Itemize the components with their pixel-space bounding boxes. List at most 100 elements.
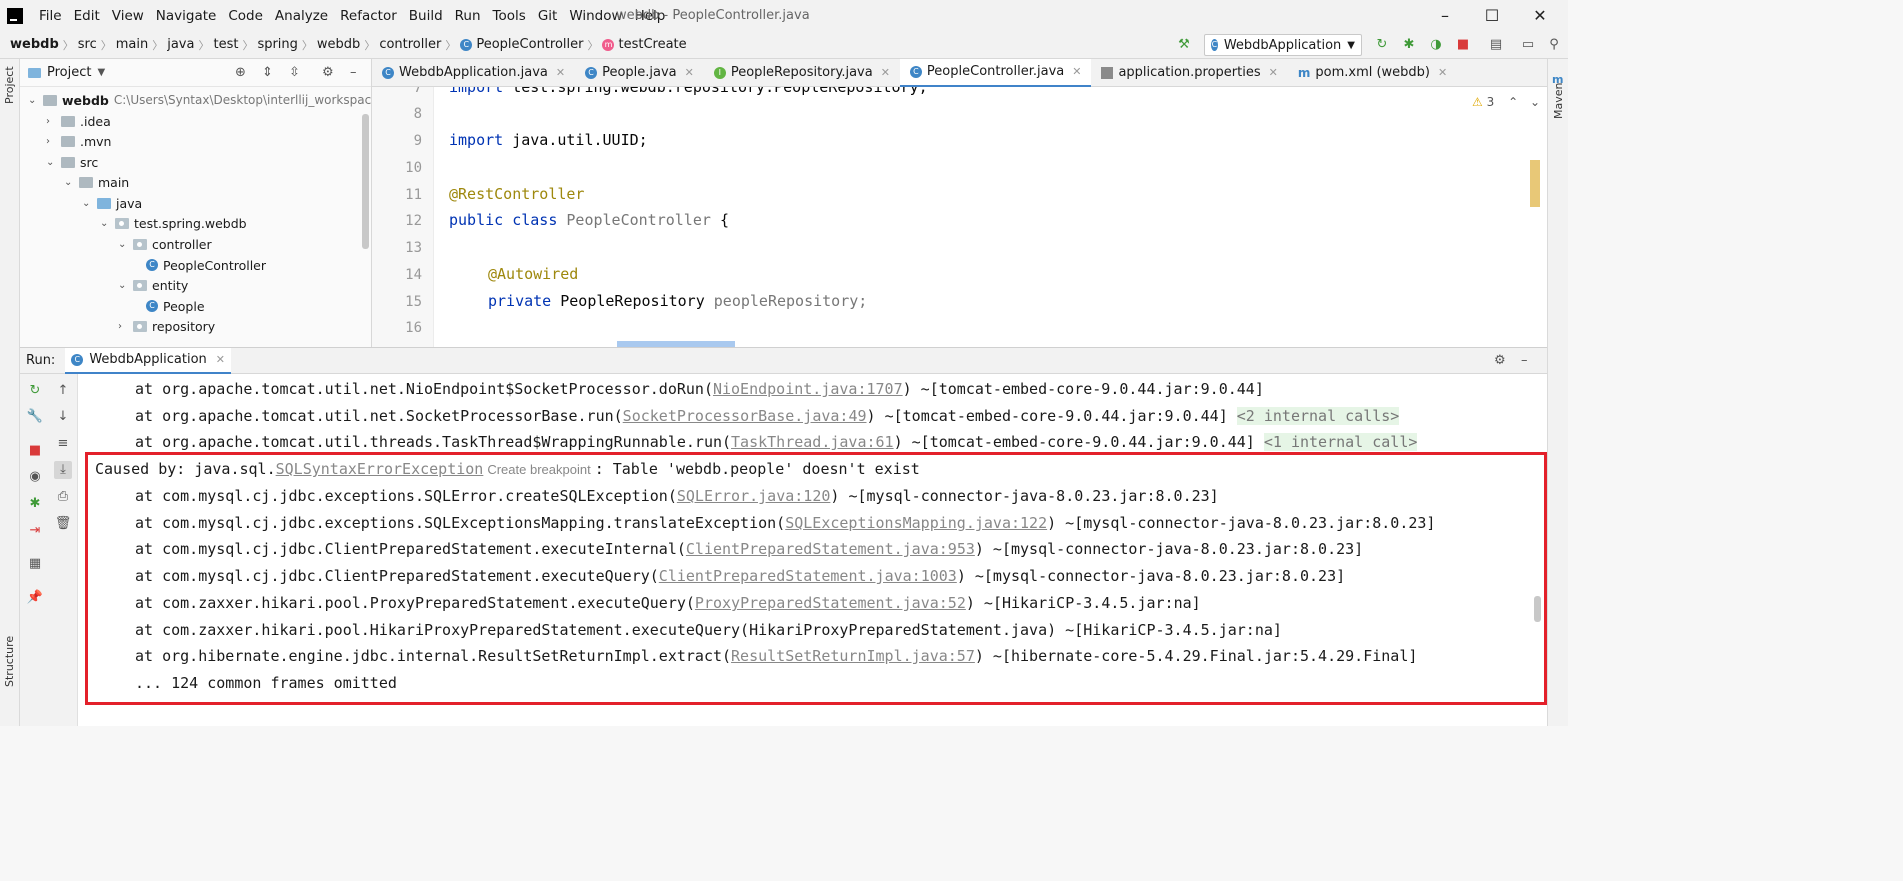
minimize-icon[interactable]: – bbox=[1433, 4, 1457, 28]
coverage-icon[interactable]: ◑ bbox=[1428, 37, 1444, 53]
close-tab-icon[interactable]: ✕ bbox=[556, 66, 565, 79]
project-scrollbar[interactable] bbox=[362, 114, 369, 249]
arrow-up-icon[interactable]: ↑ bbox=[54, 382, 72, 400]
source-link[interactable]: ResultSetReturnImpl.java:57 bbox=[731, 647, 975, 665]
source-link[interactable]: SocketProcessorBase.java:49 bbox=[623, 407, 867, 425]
hide-icon[interactable]: – bbox=[350, 65, 357, 80]
console-output[interactable]: at org.apache.tomcat.util.net.NioEndpoin… bbox=[78, 374, 1547, 726]
debug-bug-icon[interactable]: ✱ bbox=[26, 495, 44, 513]
menu-view[interactable]: View bbox=[106, 8, 150, 24]
close-tab-icon[interactable]: ✕ bbox=[881, 66, 890, 79]
maven-tool-window-label[interactable]: Maven bbox=[1552, 83, 1565, 119]
stop-icon[interactable]: ■ bbox=[1455, 37, 1471, 53]
close-icon[interactable]: ✕ bbox=[1528, 4, 1552, 28]
internal-calls-fold[interactable]: <1 internal call> bbox=[1263, 433, 1418, 451]
menu-tools[interactable]: Tools bbox=[487, 8, 532, 24]
breadcrumb-item[interactable]: test bbox=[209, 37, 242, 52]
project-structure-icon[interactable]: ▤ bbox=[1488, 37, 1504, 53]
tree-item[interactable]: › .mvn bbox=[46, 131, 111, 151]
breadcrumb-item[interactable]: main bbox=[112, 37, 152, 52]
code-editor[interactable]: 7 8 9 10 11 12 13 14 15 16 import test.s… bbox=[372, 87, 1547, 347]
camera-icon[interactable]: ◉ bbox=[26, 468, 44, 486]
source-link[interactable]: NioEndpoint.java:1707 bbox=[713, 380, 903, 398]
tree-item[interactable]: C People bbox=[146, 296, 205, 316]
breadcrumb-item[interactable]: spring bbox=[253, 37, 301, 52]
collapse-all-icon[interactable]: ⇳ bbox=[289, 65, 300, 80]
close-tab-icon[interactable]: ✕ bbox=[216, 353, 225, 366]
menu-code[interactable]: Code bbox=[222, 8, 269, 24]
tree-item[interactable]: C PeopleController bbox=[146, 255, 266, 275]
breadcrumb-item[interactable]: webdb bbox=[6, 37, 63, 52]
tab-pom-xml[interactable]: m pom.xml (webdb) ✕ bbox=[1288, 59, 1457, 87]
source-link[interactable]: ClientPreparedStatement.java:1003 bbox=[659, 567, 957, 585]
gear-icon[interactable]: ⚙ bbox=[1494, 353, 1506, 368]
chevron-down-icon[interactable]: ▼ bbox=[97, 67, 105, 78]
build-hammer-icon[interactable]: ⚒ bbox=[1176, 37, 1192, 53]
exit-icon[interactable]: ⇥ bbox=[26, 522, 44, 540]
tree-item[interactable]: ⌄ entity bbox=[118, 275, 188, 295]
menu-navigate[interactable]: Navigate bbox=[150, 8, 223, 24]
hide-icon[interactable]: – bbox=[1521, 353, 1528, 368]
debug-bug-icon[interactable]: ✱ bbox=[1401, 37, 1417, 53]
wrench-icon[interactable]: 🔧 bbox=[26, 408, 44, 426]
expand-all-icon[interactable]: ⇕ bbox=[262, 65, 273, 80]
chevron-down-icon[interactable]: ⌄ bbox=[1530, 95, 1540, 109]
locate-icon[interactable]: ⊕ bbox=[235, 65, 246, 80]
layout-icon[interactable]: ▭ bbox=[1520, 37, 1536, 53]
tree-item[interactable]: ⌄ src bbox=[46, 152, 98, 172]
tree-item[interactable]: ⌄ java bbox=[82, 193, 142, 213]
tree-item[interactable]: › repository bbox=[118, 316, 215, 336]
tab-people-repository[interactable]: I PeopleRepository.java ✕ bbox=[704, 59, 900, 87]
tab-people[interactable]: C People.java ✕ bbox=[575, 59, 704, 87]
breadcrumb-item[interactable]: src bbox=[74, 37, 101, 52]
menu-run[interactable]: Run bbox=[449, 8, 487, 24]
menu-refactor[interactable]: Refactor bbox=[334, 8, 403, 24]
structure-tool-window-label[interactable]: Structure bbox=[3, 636, 16, 687]
run-tab-webdb-application[interactable]: C WebdbApplication ✕ bbox=[65, 347, 232, 374]
source-link[interactable]: ClientPreparedStatement.java:953 bbox=[686, 540, 975, 558]
menu-file[interactable]: File bbox=[33, 8, 68, 24]
close-tab-icon[interactable]: ✕ bbox=[1072, 65, 1081, 78]
source-link[interactable]: TaskThread.java:61 bbox=[731, 433, 894, 451]
tab-people-controller[interactable]: C PeopleController.java ✕ bbox=[899, 58, 1092, 87]
breadcrumb-item-class[interactable]: C PeopleController bbox=[456, 37, 587, 52]
menu-build[interactable]: Build bbox=[403, 8, 449, 24]
tab-webdb-application[interactable]: C WebdbApplication.java ✕ bbox=[372, 59, 575, 87]
close-tab-icon[interactable]: ✕ bbox=[685, 66, 694, 79]
source-link[interactable]: SQLExceptionsMapping.java:122 bbox=[785, 514, 1047, 532]
tree-item[interactable]: › .idea bbox=[46, 111, 111, 131]
scroll-to-end-icon[interactable]: ⤓ bbox=[54, 461, 72, 479]
project-panel-title[interactable]: Project bbox=[47, 65, 91, 80]
search-icon[interactable]: ⚲ bbox=[1546, 37, 1562, 53]
menu-analyze[interactable]: Analyze bbox=[269, 8, 334, 24]
chevron-up-icon[interactable]: ⌃ bbox=[1508, 95, 1518, 109]
editor-scroll-marker[interactable] bbox=[1530, 160, 1540, 207]
stop-icon[interactable]: ■ bbox=[26, 442, 44, 460]
tree-item[interactable]: ⌄ test.spring.webdb bbox=[100, 213, 247, 233]
rerun-icon[interactable]: ↻ bbox=[26, 382, 44, 400]
run-config-dropdown[interactable]: C WebdbApplication ▼ bbox=[1204, 34, 1362, 56]
menu-edit[interactable]: Edit bbox=[68, 8, 106, 24]
console-scrollbar[interactable] bbox=[1534, 596, 1541, 622]
menu-git[interactable]: Git bbox=[532, 8, 564, 24]
project-tool-window-label[interactable]: Project bbox=[3, 66, 16, 104]
tree-item[interactable]: ⌄ controller bbox=[118, 234, 212, 254]
warning-indicator[interactable]: ⚠ 3 ⌃ ⌄ bbox=[1472, 95, 1540, 109]
close-tab-icon[interactable]: ✕ bbox=[1269, 66, 1278, 79]
exception-link[interactable]: SQLSyntaxErrorException bbox=[276, 460, 484, 478]
maximize-icon[interactable]: ☐ bbox=[1480, 4, 1504, 28]
create-breakpoint-link[interactable]: Create breakpoint bbox=[483, 462, 594, 477]
breadcrumb-item[interactable]: webdb bbox=[313, 37, 364, 52]
pin-icon[interactable]: 📌 bbox=[26, 589, 44, 607]
breadcrumb-item-method[interactable]: m testCreate bbox=[598, 37, 690, 52]
print-icon[interactable]: ⎙ bbox=[54, 488, 72, 506]
tree-item[interactable]: ⌄ main bbox=[64, 172, 129, 192]
breadcrumb-item[interactable]: java bbox=[163, 37, 198, 52]
source-link[interactable]: ProxyPreparedStatement.java:52 bbox=[695, 594, 966, 612]
gear-icon[interactable]: ⚙ bbox=[322, 65, 334, 80]
soft-wrap-icon[interactable]: ≡ bbox=[54, 435, 72, 453]
trash-icon[interactable]: 🗑 bbox=[54, 515, 72, 533]
breadcrumb-item[interactable]: controller bbox=[375, 37, 445, 52]
rerun-icon[interactable]: ↻ bbox=[1374, 37, 1390, 53]
tab-application-properties[interactable]: application.properties ✕ bbox=[1091, 59, 1287, 87]
